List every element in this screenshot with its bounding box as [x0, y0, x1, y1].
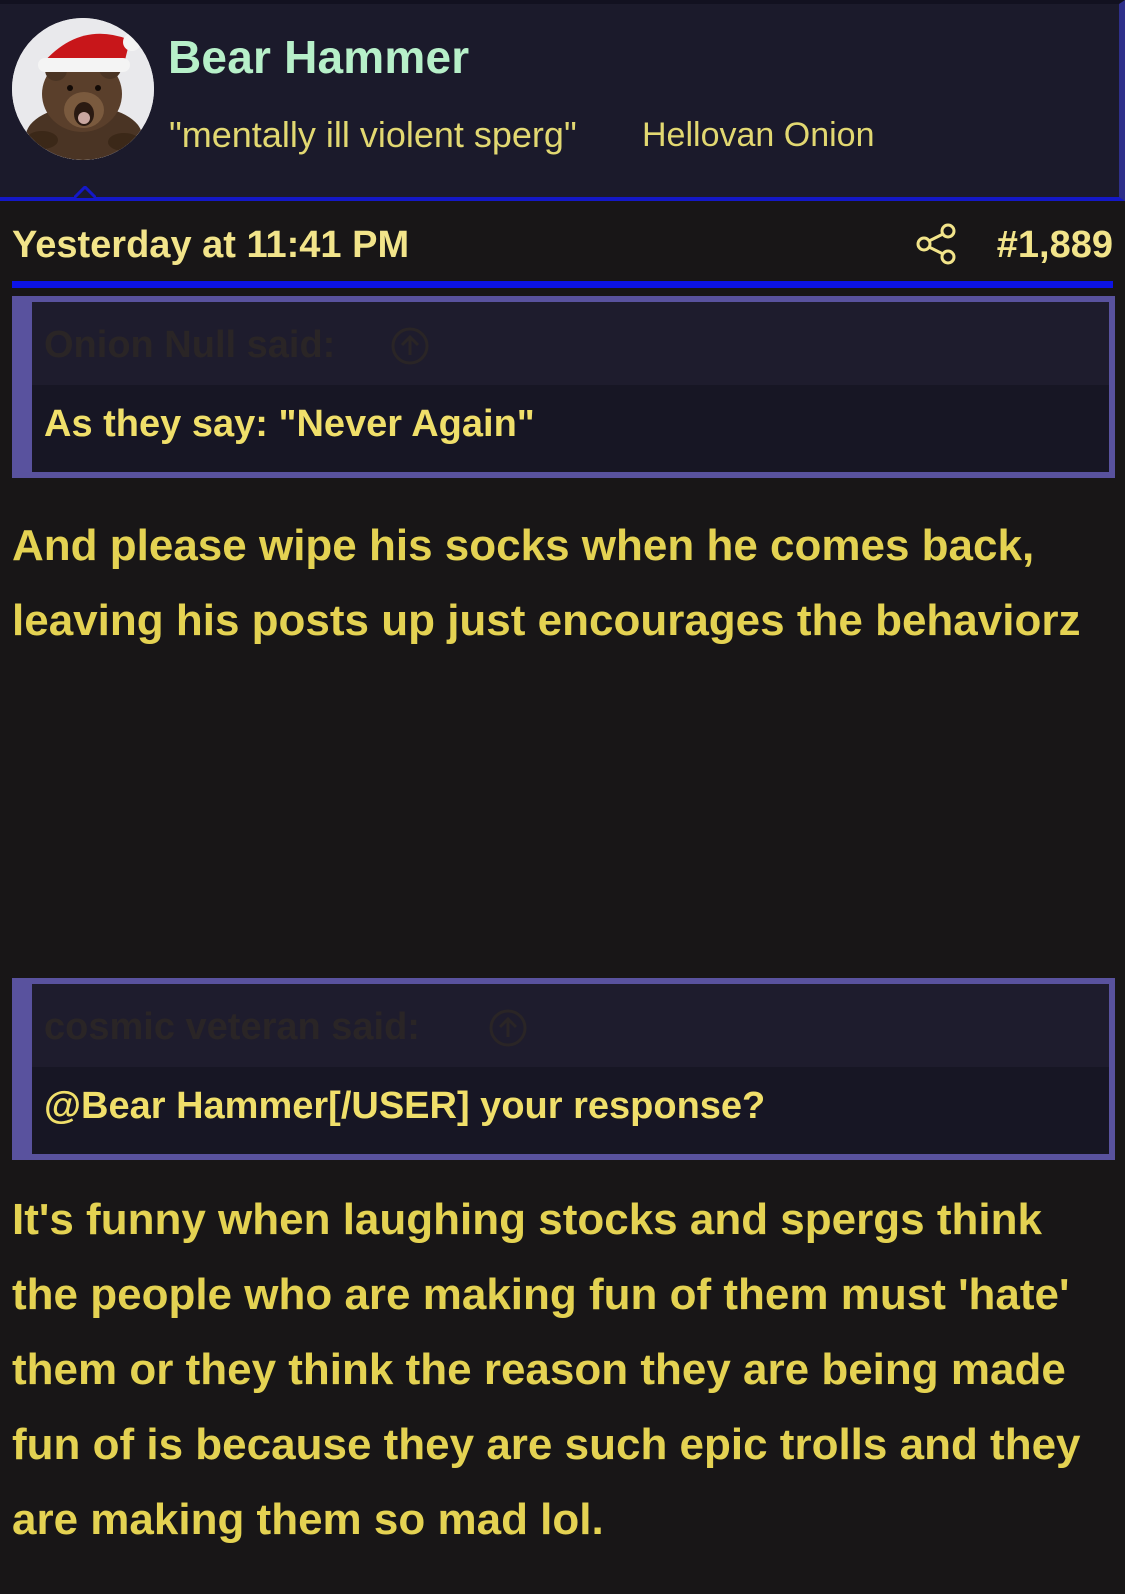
arrow-up-circle-icon[interactable]	[390, 326, 430, 366]
quote-text: @Bear Hammer[/USER] your response?	[44, 1085, 766, 1127]
caret-up-icon	[74, 186, 96, 198]
post-number[interactable]: #1,889	[997, 224, 1113, 267]
share-icon[interactable]	[914, 222, 958, 266]
quote-text: As they say: "Never Again"	[44, 403, 535, 445]
bear-avatar-icon	[12, 18, 154, 160]
post-body-paragraph: And please wipe his socks when he comes …	[12, 521, 1081, 645]
quote-block: Onion Null said: As they say: "Never Aga…	[12, 296, 1115, 478]
quote-header: cosmic veteran said:	[32, 984, 1109, 1067]
username[interactable]: Bear Hammer	[168, 30, 469, 84]
quote-block: cosmic veteran said: @Bear Hammer[/USER]…	[12, 978, 1115, 1160]
quote-author[interactable]: cosmic veteran said:	[44, 1006, 420, 1049]
post-body-paragraph: It's funny when laughing stocks and sper…	[12, 1195, 1081, 1544]
user-title: "mentally ill violent sperg"	[169, 114, 577, 155]
post-date[interactable]: Yesterday at 11:41 PM	[12, 224, 409, 267]
user-header: Bear Hammer "mentally ill violent sperg"…	[0, 0, 1125, 201]
meta-divider	[12, 281, 1113, 288]
post-meta: Yesterday at 11:41 PM #1,889	[12, 220, 1113, 270]
arrow-up-circle-icon[interactable]	[488, 1008, 528, 1048]
quote-author[interactable]: Onion Null said:	[44, 324, 335, 367]
avatar[interactable]	[12, 18, 154, 160]
user-banner: Hellovan Onion	[642, 116, 875, 154]
quote-header: Onion Null said:	[32, 302, 1109, 385]
